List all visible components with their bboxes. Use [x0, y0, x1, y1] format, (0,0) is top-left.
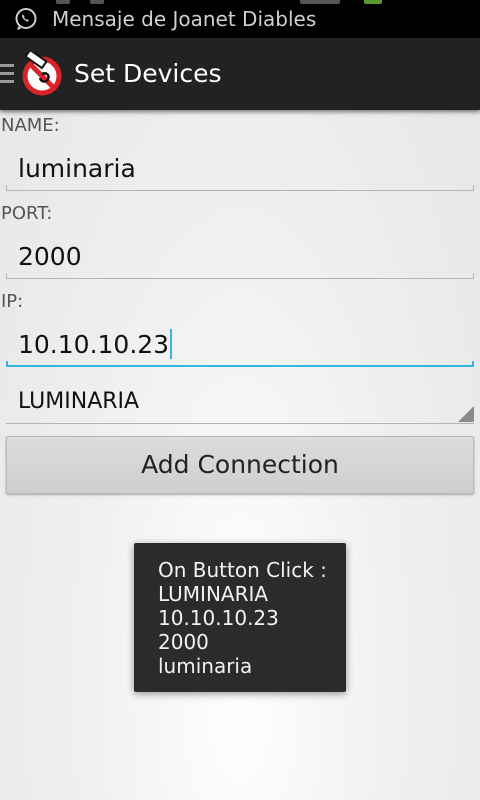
status-sliver — [364, 0, 382, 4]
action-bar: Set Devices — [0, 38, 480, 110]
device-type-spinner[interactable]: LUMINARIA — [6, 380, 474, 424]
toast-line: 2000 — [158, 630, 209, 654]
status-sliver — [56, 0, 70, 4]
port-field[interactable]: 2000 — [6, 235, 474, 279]
add-connection-button[interactable]: Add Connection — [6, 436, 474, 494]
app-logo-icon[interactable] — [20, 52, 64, 96]
drawer-menu-icon[interactable] — [0, 62, 16, 86]
status-sliver — [300, 0, 340, 4]
ip-field[interactable]: 10.10.10.23 — [6, 323, 474, 367]
name-label: NAME: — [1, 115, 60, 136]
toast-line: LUMINARIA — [158, 582, 269, 606]
port-field-underline — [6, 273, 474, 279]
toast-line: On Button Click : — [158, 558, 327, 582]
toast-message: On Button Click : LUMINARIA 10.10.10.23 … — [134, 543, 346, 692]
ip-field-underline — [6, 361, 474, 367]
page-title: Set Devices — [74, 59, 222, 88]
status-sliver — [90, 0, 104, 4]
ip-field-content: 10.10.10.23 — [18, 323, 173, 367]
port-label: PORT: — [1, 203, 53, 224]
name-field-value: luminaria — [18, 154, 136, 183]
name-field-underline — [6, 185, 474, 191]
name-field[interactable]: luminaria — [6, 147, 474, 191]
device-type-value: LUMINARIA — [18, 389, 140, 414]
text-cursor — [170, 329, 173, 359]
notification-text: Mensaje de Joanet Diables — [52, 7, 317, 31]
spinner-underline — [6, 423, 474, 424]
port-field-value: 2000 — [18, 242, 82, 271]
spinner-arrow-icon — [458, 406, 474, 422]
status-bar: Mensaje de Joanet Diables — [0, 0, 480, 38]
toast-line: luminaria — [158, 654, 253, 678]
toast-line: 10.10.10.23 — [158, 606, 279, 630]
ip-field-value: 10.10.10.23 — [18, 330, 170, 359]
whatsapp-icon — [15, 8, 37, 30]
ip-label: IP: — [1, 291, 24, 312]
